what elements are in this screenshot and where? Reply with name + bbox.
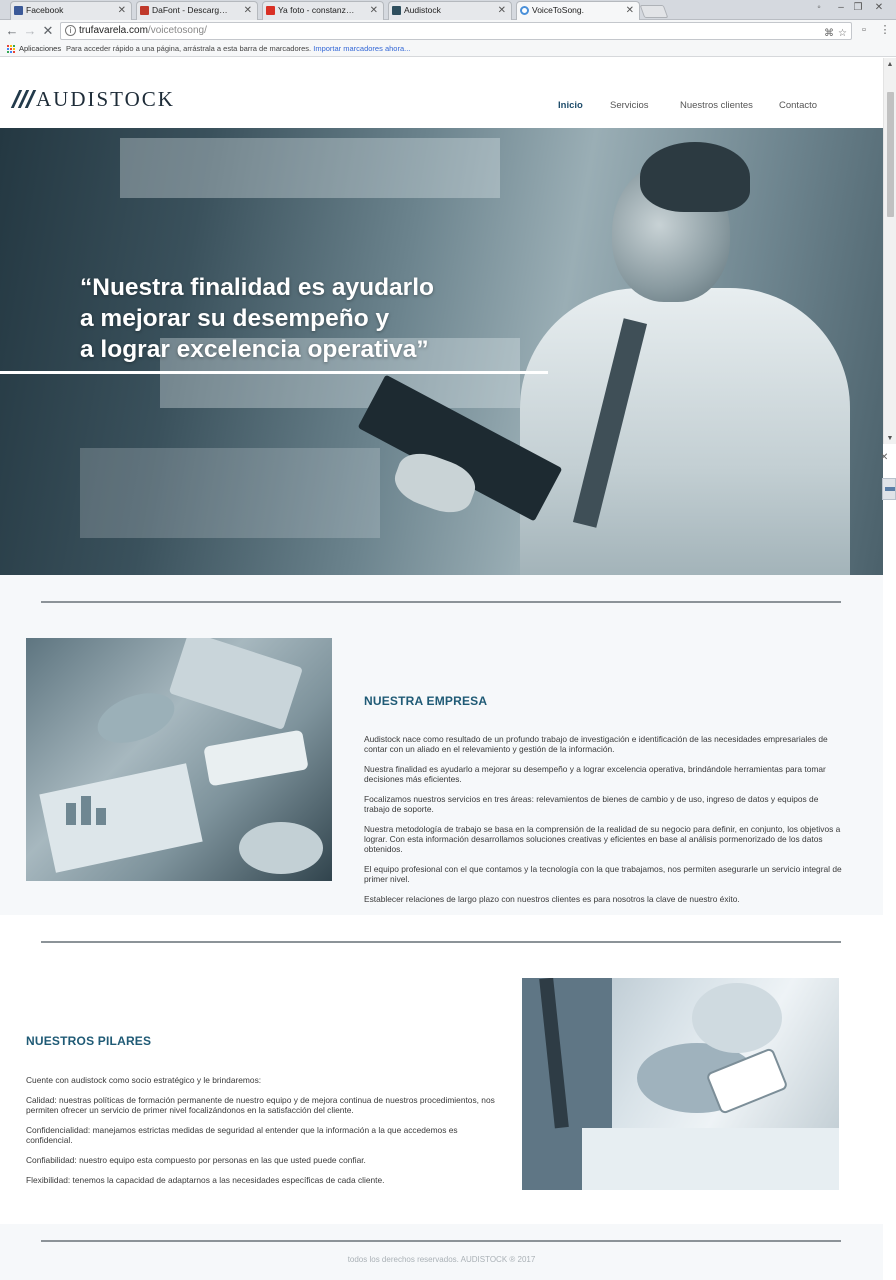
pilares-photo-illustration — [522, 978, 839, 1190]
section-body: Audistock nace como resultado de un prof… — [364, 734, 846, 914]
profile-icon[interactable]: ◦ — [812, 2, 826, 15]
restore-window-icon[interactable]: ❐ — [851, 2, 865, 15]
site-info-icon[interactable]: i — [65, 25, 76, 36]
paragraph: Nuestra finalidad es ayudarlo a mejorar … — [364, 764, 826, 784]
empresa-photo — [26, 638, 332, 881]
section-divider — [41, 941, 841, 943]
paragraph: Flexibilidad: tenemos la capacidad de ad… — [26, 1175, 385, 1185]
empresa-photo-illustration — [39, 638, 323, 874]
close-window-icon[interactable]: ✕ — [872, 2, 886, 15]
nav-inicio[interactable]: Inicio — [558, 100, 583, 111]
hero-background-shelf — [120, 138, 500, 198]
browser-tab-dafont[interactable]: DaFont - Descargar fuentes ✕ — [136, 1, 258, 20]
hero-quote-line: “Nuestra finalidad es ayudarlo — [80, 274, 434, 301]
translate-icon[interactable]: ⌘ — [824, 26, 834, 42]
minimize-window-icon[interactable]: – — [834, 2, 848, 15]
hero-man-hair — [640, 142, 750, 212]
bookmarks-hint-text: Para acceder rápido a una página, arrást… — [66, 44, 312, 53]
new-tab-button[interactable] — [639, 5, 669, 18]
section-nuestros-pilares: NUESTROS PILARES Cuente con audistock co… — [0, 915, 883, 1222]
paragraph: Calidad: nuestras políticas de formación… — [26, 1095, 495, 1115]
paragraph: El equipo profesional con el que contamo… — [364, 864, 842, 884]
hero-man-shirt — [520, 288, 850, 575]
bookmark-star-icon[interactable]: ☆ — [838, 26, 847, 42]
close-tab-icon[interactable]: ✕ — [626, 2, 634, 19]
browser-tab-audistock[interactable]: Audistock ✕ — [388, 1, 512, 20]
apps-grid-icon[interactable] — [7, 45, 16, 54]
bookmarks-hint: Para acceder rápido a una página, arrást… — [66, 42, 410, 56]
section-title: NUESTROS PILARES — [26, 1034, 152, 1048]
tab-title: VoiceToSong. — [532, 5, 584, 15]
browser-toolbar: ← → ✕ i trufavarela.com/voicetosong/ ⌘ ☆… — [0, 20, 896, 42]
copyright-text: todos los derechos reservados. AUDISTOCK… — [347, 1255, 536, 1264]
paragraph: Nuestra metodología de trabajo se basa e… — [364, 824, 841, 854]
hero-quote-line: a mejorar su desempeño y — [80, 305, 390, 332]
tab-title: Audistock — [404, 5, 441, 15]
paragraph: Establecer relaciones de largo plazo con… — [364, 894, 740, 904]
site-footer: todos los derechos reservados. AUDISTOCK… — [0, 1224, 883, 1280]
pilares-photo — [522, 978, 839, 1190]
facebook-favicon-icon — [14, 6, 23, 15]
close-tab-icon[interactable]: ✕ — [498, 2, 506, 19]
close-tab-icon[interactable]: ✕ — [244, 2, 252, 19]
paragraph: Confidencialidad: manejamos estrictas me… — [26, 1125, 458, 1145]
close-tab-icon[interactable]: ✕ — [370, 2, 378, 19]
hero-banner: “Nuestra finalidad es ayudarlo a mejorar… — [0, 128, 883, 575]
scroll-up-arrow-icon[interactable]: ▲ — [884, 60, 896, 70]
extension-icon[interactable]: ▫ — [857, 22, 871, 38]
hero-quote-line: a lograr excelencia operativa” — [80, 336, 429, 363]
nav-contacto[interactable]: Contacto — [779, 100, 817, 111]
logo-slashes-icon — [10, 90, 37, 108]
tab-title: Ya foto - constanzacolaroff — [278, 5, 357, 15]
import-bookmarks-link[interactable]: Importar marcadores ahora... — [313, 44, 410, 53]
section-divider — [41, 601, 841, 603]
hero-underline — [0, 371, 548, 374]
browser-tab-voicetosong[interactable]: VoiceToSong. ✕ — [516, 1, 640, 20]
browser-tab-facebook[interactable]: Facebook ✕ — [10, 1, 132, 20]
hero-background-shelf — [80, 448, 380, 538]
close-panel-icon[interactable]: ✕ — [880, 452, 888, 463]
loading-spinner-icon — [520, 6, 529, 15]
scroll-down-arrow-icon[interactable]: ▼ — [884, 434, 896, 444]
nav-servicios[interactable]: Servicios — [610, 100, 649, 111]
site-header: AUDISTOCK Inicio Servicios Nuestros clie… — [0, 58, 883, 128]
dafont-favicon-icon — [140, 6, 149, 15]
scrollbar-thumb[interactable] — [887, 92, 894, 217]
tab-title: DaFont - Descargar fuentes — [152, 5, 231, 15]
apps-link[interactable]: Aplicaciones — [19, 42, 61, 56]
forward-arrow-icon[interactable]: → — [22, 22, 38, 40]
address-bar[interactable]: i trufavarela.com/voicetosong/ ⌘ ☆ — [60, 22, 852, 40]
bookmarks-bar: Aplicaciones Para acceder rápido a una p… — [0, 42, 896, 57]
audistock-favicon-icon — [392, 6, 401, 15]
footer-divider — [41, 1240, 841, 1242]
nav-nuestros-clientes[interactable]: Nuestros clientes — [680, 100, 753, 111]
logo-text: AUDISTOCK — [36, 87, 175, 111]
tab-title: Facebook — [26, 5, 64, 15]
section-body: Cuente con audistock como socio estratég… — [26, 1075, 504, 1195]
page-scrollbar[interactable]: ▲ ▼ — [883, 58, 896, 444]
hero-quote: “Nuestra finalidad es ayudarlo a mejorar… — [80, 272, 434, 365]
browser-tab-strip: Facebook ✕ DaFont - Descargar fuentes ✕ … — [0, 0, 896, 20]
browser-tab-gmail[interactable]: Ya foto - constanzacolaroff ✕ — [262, 1, 384, 20]
paragraph: Focalizamos nuestros servicios en tres á… — [364, 794, 819, 814]
section-nuestra-empresa: NUESTRA EMPRESA Audistock nace como resu… — [0, 575, 883, 915]
paragraph: Audistock nace como resultado de un prof… — [364, 734, 828, 754]
page-viewport: AUDISTOCK Inicio Servicios Nuestros clie… — [0, 58, 896, 1280]
close-tab-icon[interactable]: ✕ — [118, 2, 126, 19]
paragraph: Cuente con audistock como socio estratég… — [26, 1075, 262, 1085]
gmail-favicon-icon — [266, 6, 275, 15]
side-widget-icon[interactable] — [882, 478, 896, 500]
section-title: NUESTRA EMPRESA — [364, 694, 488, 708]
stop-loading-icon[interactable]: ✕ — [40, 22, 56, 40]
browser-menu-icon[interactable]: ⋮ — [878, 22, 892, 38]
back-arrow-icon[interactable]: ← — [4, 22, 20, 40]
paragraph: Confiabilidad: nuestro equipo esta compu… — [26, 1155, 366, 1165]
address-path: /voicetosong/ — [147, 25, 207, 36]
address-host: trufavarela.com — [79, 25, 148, 36]
